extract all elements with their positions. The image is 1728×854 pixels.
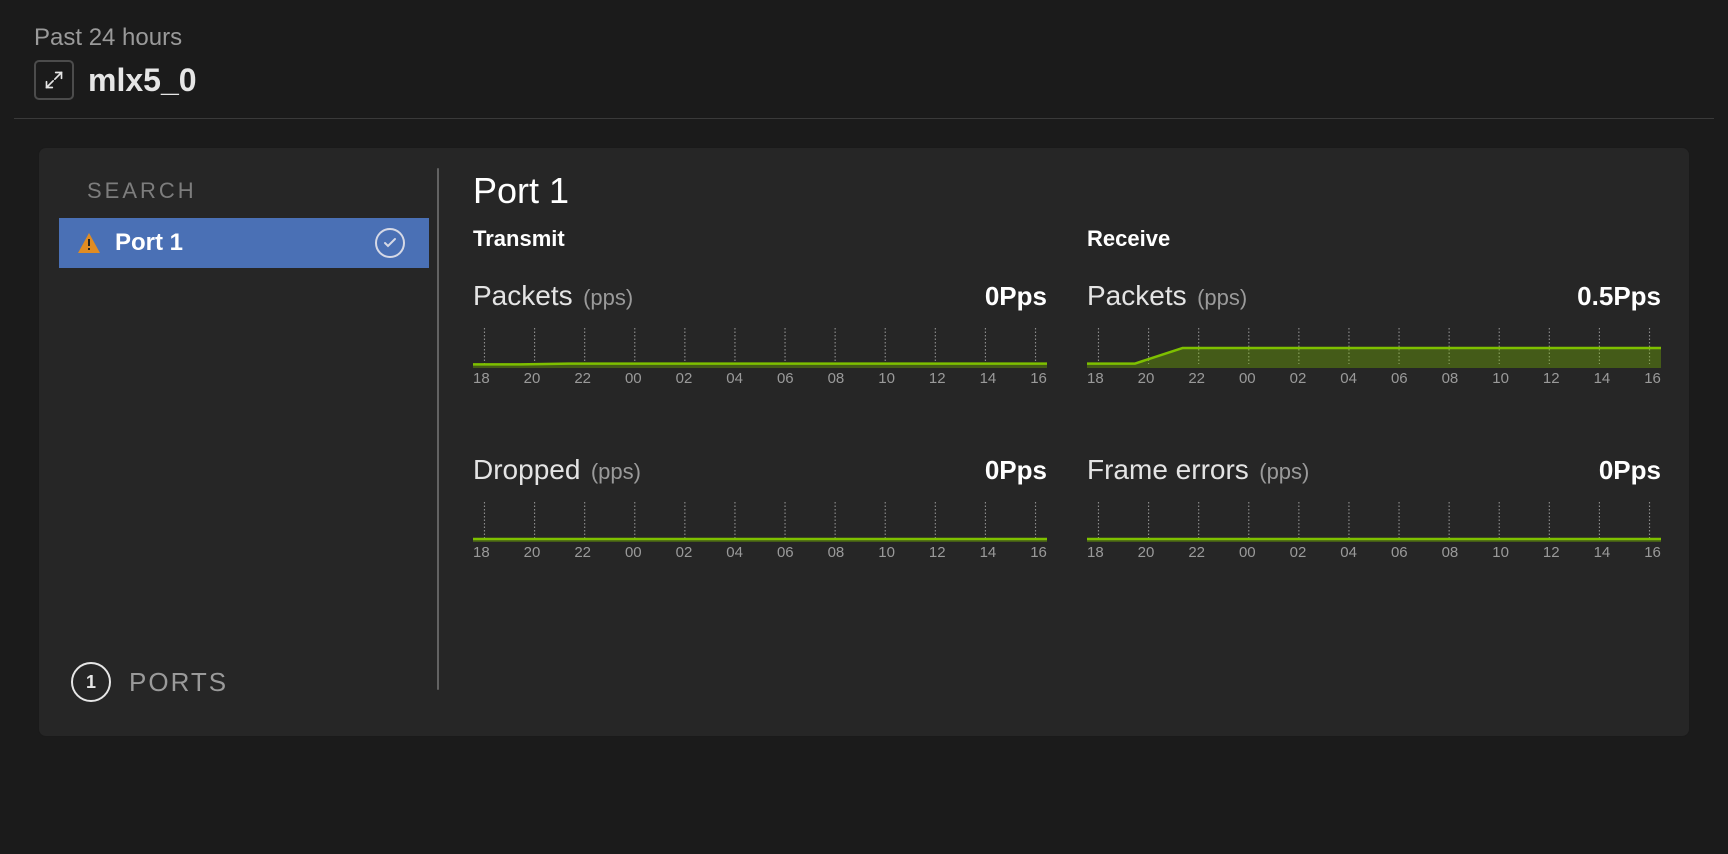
expand-button[interactable] — [34, 60, 74, 100]
chart-x-ticks: 182022000204060810121416 — [473, 368, 1047, 387]
sidebar-item-port-1[interactable]: Port 1 — [59, 218, 429, 268]
sidebar-divider — [437, 168, 439, 690]
metric-name: Packets — [473, 280, 573, 311]
transmit-heading: Transmit — [473, 226, 1047, 252]
metric-unit: (pps) — [1259, 459, 1309, 484]
metric-unit: (pps) — [1197, 285, 1247, 310]
warning-icon — [77, 232, 101, 254]
receive-packets-metric: Packets (pps) 0.5Pps 1820220002040608101… — [1087, 280, 1661, 384]
chart-x-ticks: 182022000204060810121416 — [473, 542, 1047, 561]
metric-value: 0Pps — [985, 281, 1047, 312]
transmit-packets-chart: 182022000204060810121416 — [473, 328, 1047, 384]
device-name: mlx5_0 — [88, 62, 197, 99]
transmit-packets-metric: Packets (pps) 0Pps 182022000204060810121… — [473, 280, 1047, 384]
metric-name: Frame errors — [1087, 454, 1249, 485]
receive-frame-errors-chart: 182022000204060810121416 — [1087, 502, 1661, 558]
check-circle-icon — [375, 228, 405, 258]
ports-sidebar: SEARCH Port 1 1 PORTS — [59, 168, 439, 708]
ports-count-badge: 1 — [71, 662, 111, 702]
receive-frame-errors-metric: Frame errors (pps) 0Pps 1820220002040608… — [1087, 454, 1661, 558]
metric-name: Packets — [1087, 280, 1187, 311]
receive-column: Receive Packets (pps) 0.5Pps 18202200020… — [1087, 226, 1661, 384]
ports-panel: SEARCH Port 1 1 PORTS — [38, 147, 1690, 737]
chart-x-ticks: 182022000204060810121416 — [1087, 542, 1661, 561]
time-range-label: Past 24 hours — [34, 24, 1694, 52]
receive-heading: Receive — [1087, 226, 1661, 252]
metric-unit: (pps) — [591, 459, 641, 484]
ports-count: 1 PORTS — [59, 662, 429, 708]
expand-icon — [44, 70, 64, 90]
metric-value: 0Pps — [985, 455, 1047, 486]
port-title: Port 1 — [473, 170, 1661, 212]
metric-name: Dropped — [473, 454, 580, 485]
transmit-column: Transmit Packets (pps) 0Pps 182022000204… — [473, 226, 1047, 384]
metric-value: 0Pps — [1599, 455, 1661, 486]
header: Past 24 hours mlx5_0 — [14, 10, 1714, 118]
transmit-dropped-metric: Dropped (pps) 0Pps 182022000204060810121… — [473, 454, 1047, 558]
receive-packets-chart: 182022000204060810121416 — [1087, 328, 1661, 384]
transmit-dropped-chart: 182022000204060810121416 — [473, 502, 1047, 558]
metric-value: 0.5Pps — [1577, 281, 1661, 312]
port-detail: Port 1 Transmit Packets (pps) 0Pps 18202… — [439, 168, 1661, 708]
divider — [14, 118, 1714, 119]
ports-count-label: PORTS — [129, 667, 228, 698]
sidebar-item-label: Port 1 — [115, 229, 361, 257]
metric-unit: (pps) — [583, 285, 633, 310]
search-input[interactable]: SEARCH — [59, 168, 429, 218]
chart-x-ticks: 182022000204060810121416 — [1087, 368, 1661, 387]
